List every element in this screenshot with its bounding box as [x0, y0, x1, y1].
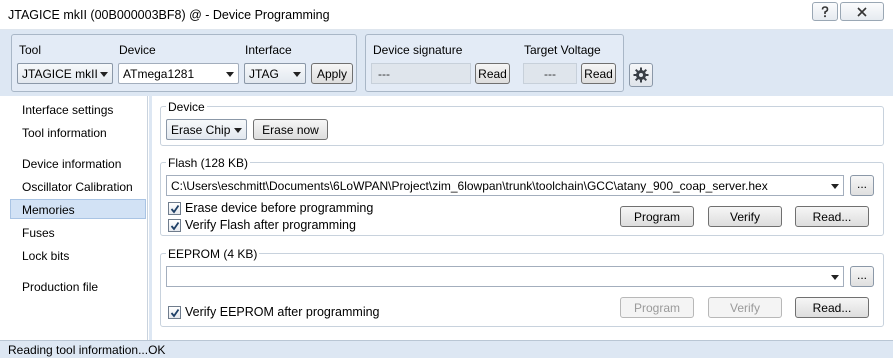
chevron-down-icon: [831, 184, 839, 189]
status-bar: Reading tool information...OK: [0, 340, 893, 358]
sidebar-item-memories[interactable]: Memories: [10, 199, 146, 219]
eeprom-program-button[interactable]: Program: [620, 297, 694, 318]
erase-before-checkbox[interactable]: [168, 202, 181, 215]
window-title: JTAGICE mkII (00B000003BF8) @ - Device P…: [8, 8, 330, 22]
device-select[interactable]: ATmega1281: [118, 63, 239, 84]
flash-browse-button[interactable]: ...: [850, 175, 874, 196]
sidebar: Interface settings Tool information Devi…: [0, 96, 148, 340]
question-icon: [821, 5, 829, 17]
title-bar: JTAGICE mkII (00B000003BF8) @ - Device P…: [0, 0, 893, 30]
tool-select-value: JTAGICE mkII: [22, 67, 98, 81]
close-icon: [857, 6, 867, 17]
voltage-read-button[interactable]: Read: [581, 63, 616, 84]
sidebar-item-tool-information[interactable]: Tool information: [10, 123, 146, 143]
sidebar-item-fuses[interactable]: Fuses: [10, 223, 146, 243]
checkmark-icon: [170, 308, 180, 318]
sidebar-item-production-file[interactable]: Production file: [10, 277, 146, 297]
chevron-down-icon: [226, 72, 234, 77]
device-select-value: ATmega1281: [123, 67, 195, 81]
apply-button[interactable]: Apply: [311, 63, 353, 84]
erase-mode-select[interactable]: Erase Chip: [166, 119, 247, 140]
settings-button[interactable]: [629, 63, 653, 87]
interface-select-value: JTAG: [249, 67, 279, 81]
verify-eeprom-checkbox[interactable]: [168, 306, 181, 319]
chevron-down-icon: [831, 275, 839, 280]
erase-mode-value: Erase Chip: [171, 123, 231, 137]
eeprom-read-button[interactable]: Read...: [795, 297, 869, 318]
eeprom-browse-button[interactable]: ...: [850, 266, 874, 287]
sidebar-item-interface-settings[interactable]: Interface settings: [10, 100, 146, 120]
target-voltage-label: Target Voltage: [524, 43, 601, 57]
device-label: Device: [119, 43, 156, 57]
sidebar-item-device-information[interactable]: Device information: [10, 154, 146, 174]
checkmark-icon: [170, 221, 180, 231]
gear-icon: [633, 67, 649, 83]
erase-before-label: Erase device before programming: [185, 201, 374, 215]
chevron-down-icon: [100, 72, 108, 77]
eeprom-section-title: EEPROM (4 KB): [166, 247, 260, 261]
verify-flash-checkbox[interactable]: [168, 219, 181, 232]
device-section-title: Device: [166, 100, 207, 114]
status-text: Reading tool information...OK: [8, 343, 166, 357]
sidebar-item-oscillator-calibration[interactable]: Oscillator Calibration: [10, 177, 146, 197]
flash-file-select[interactable]: C:\Users\eschmitt\Documents\6LoWPAN\Proj…: [166, 175, 844, 196]
chevron-down-icon: [234, 128, 242, 133]
verify-flash-label: Verify Flash after programming: [185, 218, 356, 232]
tool-label: Tool: [19, 43, 42, 57]
device-signature-value: ---: [371, 63, 471, 84]
interface-select[interactable]: JTAG: [244, 63, 306, 84]
flash-program-button[interactable]: Program: [620, 206, 694, 227]
flash-verify-button[interactable]: Verify: [708, 206, 782, 227]
device-signature-label: Device signature: [373, 43, 463, 57]
checkmark-icon: [170, 204, 180, 214]
flash-read-button[interactable]: Read...: [795, 206, 869, 227]
close-button[interactable]: [840, 2, 884, 21]
interface-label: Interface: [245, 43, 292, 57]
flash-file-path: C:\Users\eschmitt\Documents\6LoWPAN\Proj…: [171, 179, 768, 193]
eeprom-verify-button[interactable]: Verify: [708, 297, 782, 318]
target-voltage-value: ---: [523, 63, 577, 84]
eeprom-file-select[interactable]: [166, 266, 844, 287]
chevron-down-icon: [293, 72, 301, 77]
signature-read-button[interactable]: Read: [475, 63, 510, 84]
verify-eeprom-label: Verify EEPROM after programming: [185, 305, 380, 319]
help-button[interactable]: [812, 2, 838, 21]
tool-select[interactable]: JTAGICE mkII: [17, 63, 113, 84]
sidebar-item-lock-bits[interactable]: Lock bits: [10, 246, 146, 266]
flash-section-title: Flash (128 KB): [166, 156, 251, 170]
erase-now-button[interactable]: Erase now: [253, 119, 328, 140]
main-panel: Device Erase Chip Erase now Flash (128 K…: [149, 96, 893, 340]
